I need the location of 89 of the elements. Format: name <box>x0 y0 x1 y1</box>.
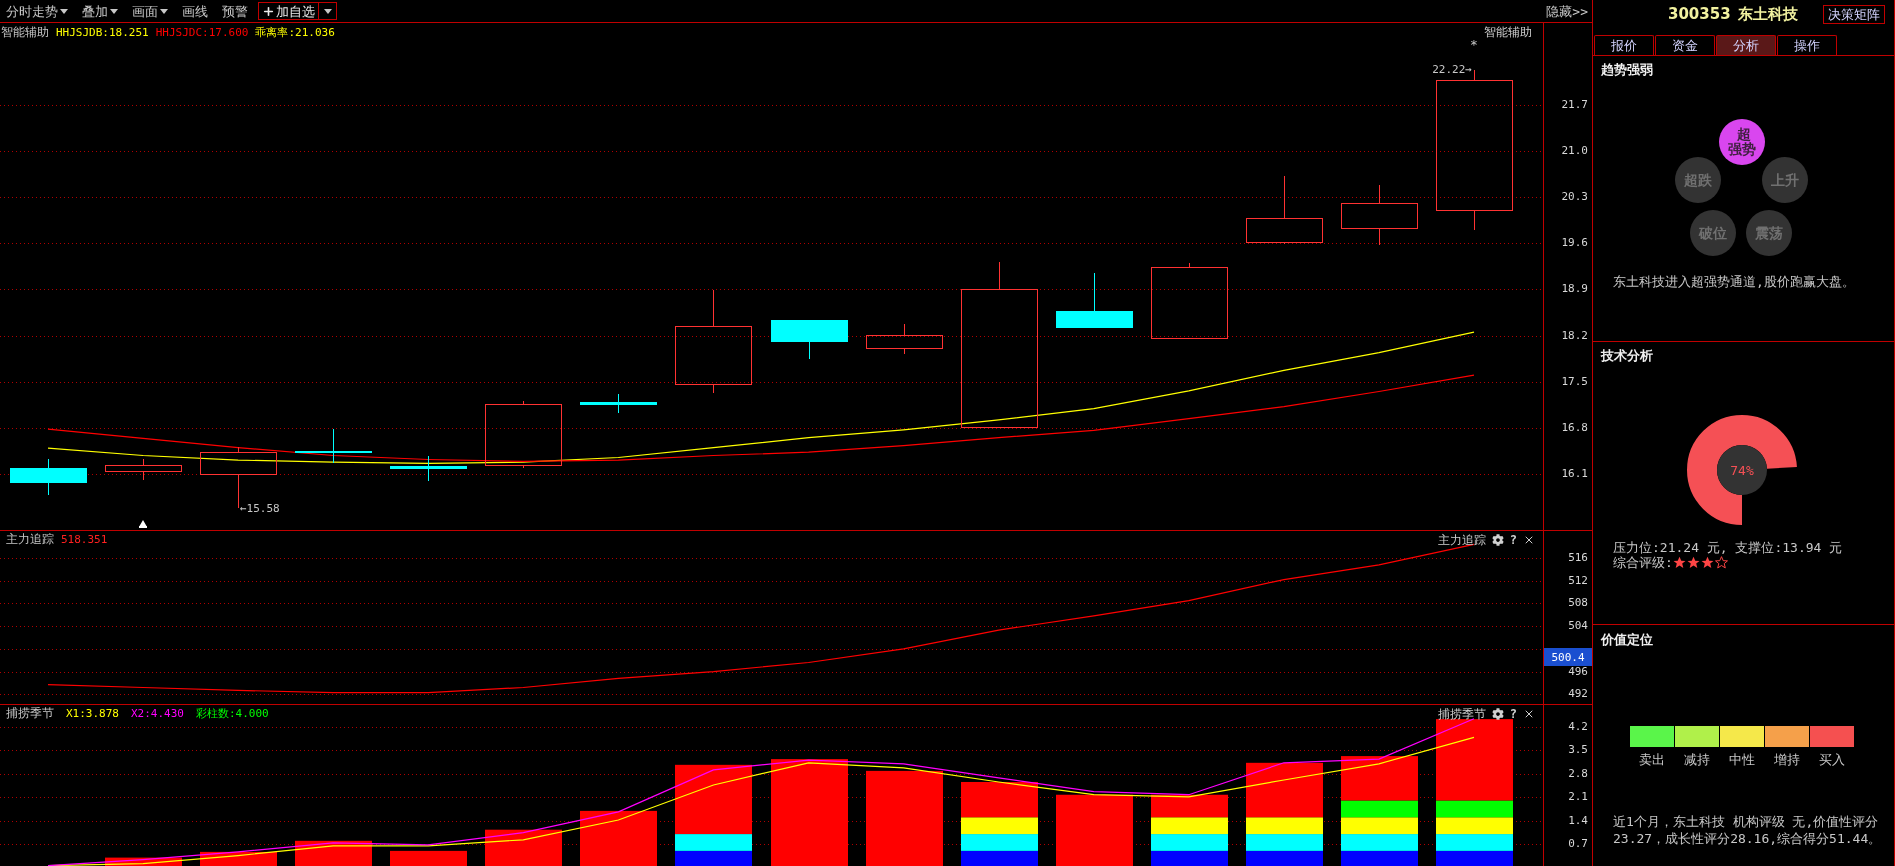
hide-panel-button[interactable]: 隐藏>> <box>1546 4 1588 18</box>
price-levels-text: 压力位:21.24 元, 支撑位:13.94 元 <box>1613 540 1844 555</box>
settings-button[interactable] <box>1491 708 1504 720</box>
trend-summary: 东土科技进入超强势通道,股价跑赢大盘。 <box>1613 274 1856 289</box>
rating-label: 减持 <box>1684 752 1710 767</box>
axis-label: 16.8 <box>1561 421 1588 434</box>
settings-icon <box>1491 534 1504 546</box>
rating-label: 增持 <box>1774 752 1800 767</box>
axis-label: 4.2 <box>1568 720 1588 733</box>
close-icon <box>1523 708 1535 720</box>
low-price-label: ←15.58 <box>240 501 280 515</box>
section-title: 价值定位 <box>1601 633 1654 647</box>
indicator-value: X2:4.430 <box>131 707 184 719</box>
axis-label: 18.2 <box>1561 329 1588 342</box>
rating-label: 买入 <box>1819 752 1845 767</box>
axis-label: 496 <box>1568 665 1588 678</box>
trend-state-node: 震荡 <box>1746 210 1792 256</box>
axis-label: 21.7 <box>1561 98 1588 111</box>
indicator-value: 乖离率:21.036 <box>255 26 335 38</box>
axis-label: 0.7 <box>1568 838 1588 851</box>
section-title: 趋势强弱 <box>1601 63 1654 77</box>
panel-label: 捕捞季节 <box>1437 708 1486 720</box>
close-icon <box>1523 534 1535 546</box>
trend-state-node: 超跌 <box>1675 157 1721 203</box>
rating-label: 卖出 <box>1639 752 1665 767</box>
indicator-value: X1:3.878 <box>66 707 119 719</box>
axis-label: 21.0 <box>1561 144 1588 157</box>
axis-label: 19.6 <box>1561 237 1588 250</box>
gauge-center <box>1717 445 1767 495</box>
dropdown-button[interactable] <box>319 2 337 20</box>
menu-button[interactable]: 画面 <box>132 4 168 18</box>
help-button[interactable]: ? <box>1509 708 1517 720</box>
close-button[interactable] <box>1523 534 1535 546</box>
peak-marker: * <box>1470 36 1478 52</box>
rating-label: 中性 <box>1729 752 1755 767</box>
gauge-reading: 74% <box>1730 462 1754 478</box>
close-button[interactable] <box>1523 708 1535 720</box>
panel-tab[interactable]: 报价 <box>1594 35 1654 55</box>
settings-button[interactable] <box>1491 534 1504 546</box>
panel-title: 智能辅助 <box>1 26 49 38</box>
panel-title: 主力追踪 <box>6 533 54 545</box>
axis-label: 17.5 <box>1561 375 1588 388</box>
high-price-label: 22.22→ <box>1432 62 1472 76</box>
indicator-value: 518.351 <box>61 533 108 545</box>
menu-button[interactable]: 预警 <box>222 4 248 18</box>
decision-matrix-button[interactable]: 决策矩阵 <box>1823 5 1885 24</box>
stock-name: 东土科技 <box>1737 7 1798 22</box>
axis-label: 3.5 <box>1568 744 1588 757</box>
section-title: 技术分析 <box>1601 349 1654 363</box>
valuation-summary: 近1个月，东土科技 机构评级 无,价值性评分23.27，成长性评分28.16,综合得分51.44。 <box>1613 813 1883 847</box>
panel-tab[interactable]: 操作 <box>1777 35 1837 55</box>
menu-button[interactable]: 叠加 <box>82 4 118 18</box>
menu-button[interactable]: 分时走势 <box>6 4 68 18</box>
star-icon <box>1714 556 1728 569</box>
axis-label: 2.1 <box>1568 791 1588 804</box>
axis-label: 504 <box>1568 620 1588 633</box>
panel-tab[interactable]: 分析 <box>1716 35 1776 55</box>
caret-icon <box>323 8 332 14</box>
axis-label: 20.3 <box>1561 191 1588 204</box>
trend-state-node: 超强势 <box>1719 119 1765 165</box>
axis-label: 2.8 <box>1568 767 1588 780</box>
settings-icon <box>1491 708 1504 720</box>
triangle-marker-icon <box>139 520 147 528</box>
axis-label: 1.4 <box>1568 814 1588 827</box>
axis-label: 18.9 <box>1561 283 1588 296</box>
panel-label: 智能辅助 <box>1484 26 1532 38</box>
axis-label: 516 <box>1568 552 1588 564</box>
star-icon <box>1672 556 1686 569</box>
panel-title: 捕捞季节 <box>6 707 54 719</box>
indicator-value: HHJSJDB:18.251 <box>56 26 149 38</box>
plus-icon <box>262 4 275 18</box>
panel-label: 主力追踪 <box>1437 534 1486 546</box>
axis-label: 492 <box>1568 688 1588 701</box>
add-watchlist-button[interactable]: 加自选 <box>258 2 319 20</box>
rating-label: 综合评级: <box>1613 555 1673 570</box>
star-icon <box>1700 556 1714 569</box>
current-value-label: 500.4 <box>1544 648 1592 666</box>
panel-tab[interactable]: 资金 <box>1655 35 1715 55</box>
indicator-value: 彩柱数:4.000 <box>195 707 269 719</box>
axis-label: 16.1 <box>1561 467 1588 480</box>
stock-code: 300353 <box>1668 7 1731 22</box>
trend-state-node: 上升 <box>1762 157 1808 203</box>
star-icon <box>1686 556 1700 569</box>
help-button[interactable]: ? <box>1509 534 1517 546</box>
trend-state-node: 破位 <box>1690 210 1736 256</box>
axis-label: 512 <box>1568 574 1588 587</box>
axis-label: 508 <box>1568 597 1588 610</box>
menu-button[interactable]: 画线 <box>182 4 208 18</box>
indicator-value: HHJSJDC:17.600 <box>155 26 249 38</box>
